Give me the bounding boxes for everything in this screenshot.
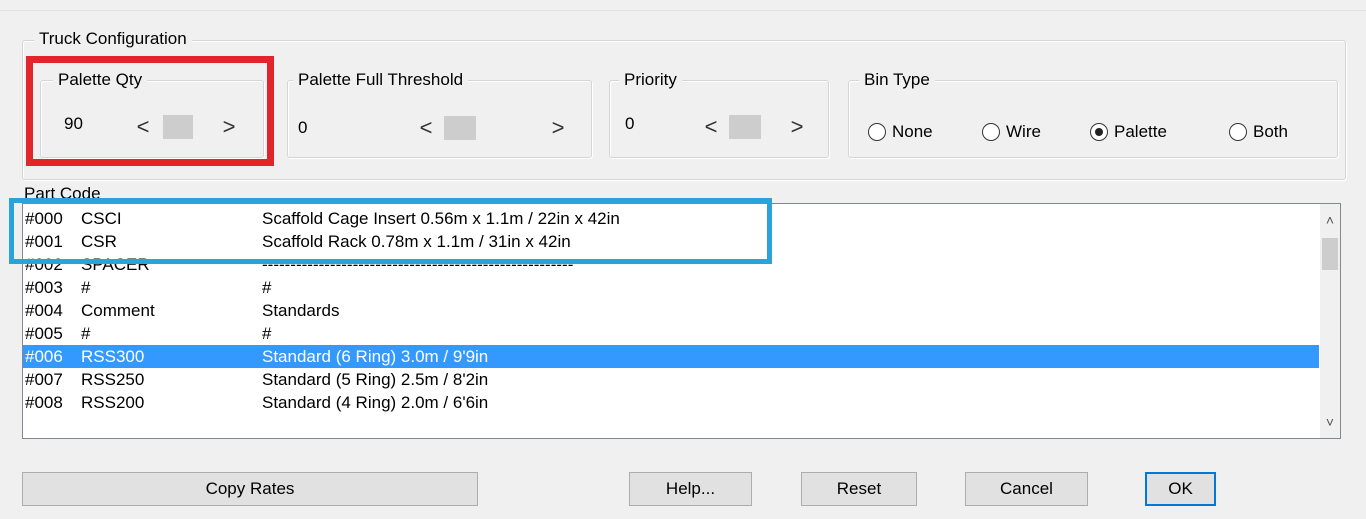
blue-highlight-box xyxy=(9,198,772,264)
truck-configuration-title: Truck Configuration xyxy=(34,29,192,49)
reset-button[interactable]: Reset xyxy=(801,472,917,506)
bin-type-option-label: Palette xyxy=(1114,122,1167,141)
list-item[interactable]: #007 RSS250 Standard (5 Ring) 2.5m / 8'2… xyxy=(23,368,1319,391)
bin-type-radio-both[interactable]: Both xyxy=(1229,120,1288,144)
list-item[interactable]: #008 RSS200 Standard (4 Ring) 2.0m / 6'6… xyxy=(23,391,1319,414)
vertical-scroll-thumb[interactable] xyxy=(1322,238,1338,270)
bin-type-label: Bin Type xyxy=(859,70,935,90)
chevron-up-icon[interactable]: ˄ xyxy=(1320,210,1340,230)
bin-type-option-label: Both xyxy=(1253,122,1288,141)
priority-scrollbar[interactable]: < > xyxy=(697,113,811,141)
chevron-left-icon[interactable]: < xyxy=(697,115,725,139)
priority-value: 0 xyxy=(625,114,635,133)
cancel-button[interactable]: Cancel xyxy=(965,472,1088,506)
palette-full-threshold-value: 0 xyxy=(298,118,308,137)
priority-thumb[interactable] xyxy=(729,115,761,139)
palette-full-threshold-thumb[interactable] xyxy=(444,116,476,140)
ok-button[interactable]: OK xyxy=(1145,472,1216,506)
part-code-vertical-scrollbar[interactable]: ˄ ˅ xyxy=(1320,204,1340,438)
bin-type-radio-palette[interactable]: Palette xyxy=(1090,120,1167,144)
bin-type-radio-wire[interactable]: Wire xyxy=(982,120,1041,144)
list-item[interactable]: #003 # # xyxy=(23,276,1319,299)
radio-button-icon xyxy=(982,123,1000,141)
palette-full-threshold-scrollbar[interactable]: < > xyxy=(412,114,574,142)
list-item[interactable]: #004 Comment Standards xyxy=(23,299,1319,322)
bin-type-option-label: None xyxy=(892,122,933,141)
red-highlight-box xyxy=(26,56,274,166)
chevron-right-icon[interactable]: > xyxy=(544,116,572,140)
bin-type-option-label: Wire xyxy=(1006,122,1041,141)
radio-button-icon xyxy=(1229,123,1247,141)
chevron-right-icon[interactable]: > xyxy=(783,115,811,139)
priority-label: Priority xyxy=(619,70,682,90)
radio-button-icon xyxy=(868,123,886,141)
palette-full-threshold-label: Palette Full Threshold xyxy=(293,70,469,90)
chevron-down-icon[interactable]: ˅ xyxy=(1320,412,1340,432)
radio-button-selected-icon xyxy=(1090,123,1108,141)
list-item[interactable]: #005 # # xyxy=(23,322,1319,345)
copy-rates-button[interactable]: Copy Rates xyxy=(22,472,478,506)
chevron-left-icon[interactable]: < xyxy=(412,116,440,140)
top-border xyxy=(0,0,1366,11)
list-item-selected[interactable]: #006 RSS300 Standard (6 Ring) 3.0m / 9'9… xyxy=(23,345,1319,368)
bin-type-group xyxy=(848,80,1338,158)
bin-type-radio-none[interactable]: None xyxy=(868,120,933,144)
help-button[interactable]: Help... xyxy=(629,472,752,506)
